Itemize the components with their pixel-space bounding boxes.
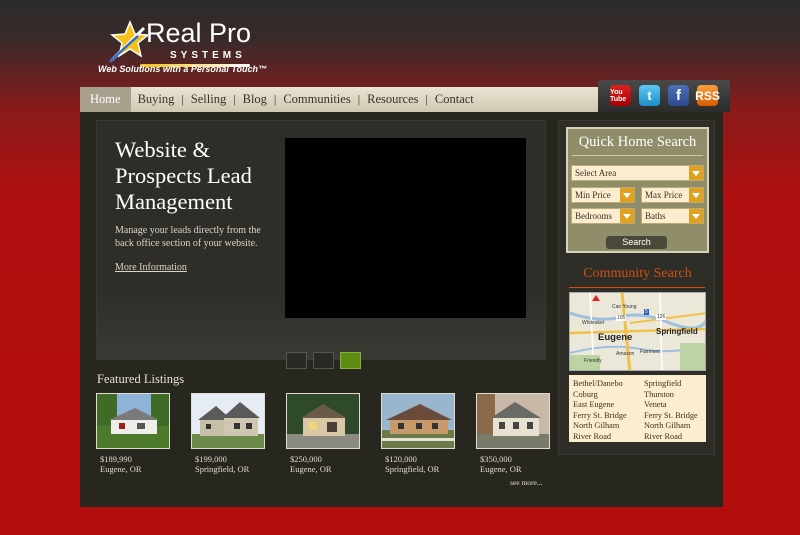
sidebar: Quick Home Search Select Area Min Price … <box>558 120 715 455</box>
listing-card[interactable]: $250,000 Eugene, OR <box>286 393 360 474</box>
hero-slider: Website & Prospects Lead Management Mana… <box>96 120 546 360</box>
nav-contact[interactable]: Contact <box>428 92 481 107</box>
community-link[interactable]: East Eugene <box>573 400 644 411</box>
rss-icon[interactable]: RSS <box>695 85 720 106</box>
quick-search-title: Quick Home Search <box>578 134 697 150</box>
brand-name: Real Pro <box>146 18 252 48</box>
nav-communities[interactable]: Communities <box>276 92 357 107</box>
chevron-down-icon <box>689 188 703 202</box>
community-link[interactable]: Ferry St. Bridge <box>644 411 710 422</box>
map-label-friendly: Friendly <box>584 358 602 364</box>
social-bar: You Tube t f RSS <box>598 80 730 112</box>
youtube-icon[interactable]: You Tube <box>610 85 631 106</box>
listing-photo[interactable] <box>286 393 360 449</box>
listing-photo[interactable] <box>381 393 455 449</box>
community-link[interactable]: River Road <box>644 432 710 443</box>
slider-pagination <box>286 352 361 369</box>
map-label-springfield: Springfield <box>656 327 698 336</box>
listing-price: $250,000 <box>290 454 322 464</box>
listing-card[interactable]: $189,990 Eugene, OR <box>96 393 170 474</box>
nav-blog[interactable]: Blog <box>236 92 274 107</box>
community-link[interactable]: Springfield <box>644 379 710 390</box>
slide-dot-1[interactable] <box>286 352 307 369</box>
listing-city: Springfield, OR <box>385 464 440 474</box>
bedrooms-select[interactable]: Bedrooms <box>571 208 635 224</box>
nav-selling[interactable]: Selling <box>184 92 233 107</box>
listing-card[interactable]: $350,000 Eugene, OR <box>476 393 550 474</box>
slide-dot-2[interactable] <box>313 352 334 369</box>
listing-city: Eugene, OR <box>480 464 522 474</box>
community-link[interactable]: North Gilham <box>644 421 710 432</box>
community-search-title: Community Search <box>583 266 692 281</box>
divider <box>569 287 705 288</box>
facebook-icon[interactable]: f <box>668 85 689 106</box>
community-link[interactable]: Veneta <box>644 400 710 411</box>
chevron-down-icon <box>689 209 703 223</box>
listing-photo[interactable] <box>96 393 170 449</box>
tagline: Web Solutions with a Personal Touch™ <box>98 64 268 74</box>
max-price-select[interactable]: Max Price <box>641 187 704 203</box>
max-price-value: Max Price <box>645 190 683 200</box>
community-map[interactable]: Can Young Whiteaker 105 5 126 Springfiel… <box>569 292 706 371</box>
map-label-eugene: Eugene <box>598 332 633 343</box>
map-label-whiteaker: Whiteaker <box>582 320 605 326</box>
map-label-hw5: 5 <box>644 309 649 315</box>
map-label-hw126: 126 <box>656 314 667 320</box>
community-link[interactable]: Ferry St. Bridge <box>573 411 644 422</box>
community-link[interactable]: North Gilham <box>573 421 644 432</box>
featured-listings: $189,990 Eugene, OR $199,000 Springfield… <box>96 393 550 474</box>
map-label-fairmont: Fairmont <box>640 349 660 355</box>
chevron-down-icon <box>620 209 634 223</box>
community-link[interactable]: Thurston <box>644 390 710 401</box>
chevron-down-icon <box>689 166 703 180</box>
listing-card[interactable]: $120,000 Springfield, OR <box>381 393 455 474</box>
divider <box>572 155 703 156</box>
community-link[interactable]: Coburg <box>573 390 644 401</box>
listing-city: Eugene, OR <box>100 464 142 474</box>
nav-buying[interactable]: Buying <box>131 92 182 107</box>
listing-price: $350,000 <box>480 454 512 464</box>
featured-listings-title: Featured Listings <box>97 372 185 386</box>
listing-city: Springfield, OR <box>195 464 250 474</box>
slide-dot-3[interactable] <box>340 352 361 369</box>
community-list: Bethel/Danebo Springfield Coburg Thursto… <box>569 375 706 442</box>
min-price-select[interactable]: Min Price <box>571 187 635 203</box>
listing-photo[interactable] <box>191 393 265 449</box>
listing-photo[interactable] <box>476 393 550 449</box>
hero-title: Website & Prospects Lead Management <box>115 137 252 214</box>
listing-price: $189,990 <box>100 454 132 464</box>
map-label-amazon: Amazon <box>616 351 635 357</box>
quick-home-search: Quick Home Search Select Area Min Price … <box>566 127 709 253</box>
main-nav: Home Buying | Selling | Blog | Communiti… <box>80 87 598 112</box>
hero-description: Manage your leads directly from the back… <box>115 225 261 249</box>
more-information-link[interactable]: More Information <box>115 262 187 273</box>
community-link[interactable]: Bethel/Danebo <box>573 379 644 390</box>
nav-resources[interactable]: Resources <box>360 92 425 107</box>
twitter-icon[interactable]: t <box>639 85 660 106</box>
listing-price: $199,000 <box>195 454 227 464</box>
video-player[interactable] <box>285 138 526 318</box>
listing-city: Eugene, OR <box>290 464 332 474</box>
see-more-link[interactable]: see more... <box>510 478 543 487</box>
nav-home[interactable]: Home <box>80 87 131 112</box>
map-label-can-young: Can Young <box>612 304 637 310</box>
brand-sub: SYSTEMS <box>170 50 246 61</box>
min-price-value: Min Price <box>575 190 611 200</box>
main-content: Website & Prospects Lead Management Mana… <box>80 112 723 507</box>
bedrooms-value: Bedrooms <box>575 211 612 221</box>
listing-price: $120,000 <box>385 454 417 464</box>
chevron-down-icon <box>620 188 634 202</box>
community-link[interactable]: River Road <box>573 432 644 443</box>
baths-select[interactable]: Baths <box>641 208 704 224</box>
area-select-value: Select Area <box>575 168 617 178</box>
baths-value: Baths <box>645 211 666 221</box>
star-icon <box>109 20 148 63</box>
map-label-hw105: 105 <box>616 315 627 321</box>
area-select[interactable]: Select Area <box>571 165 704 181</box>
listing-card[interactable]: $199,000 Springfield, OR <box>191 393 265 474</box>
search-button[interactable]: Search <box>606 236 667 249</box>
